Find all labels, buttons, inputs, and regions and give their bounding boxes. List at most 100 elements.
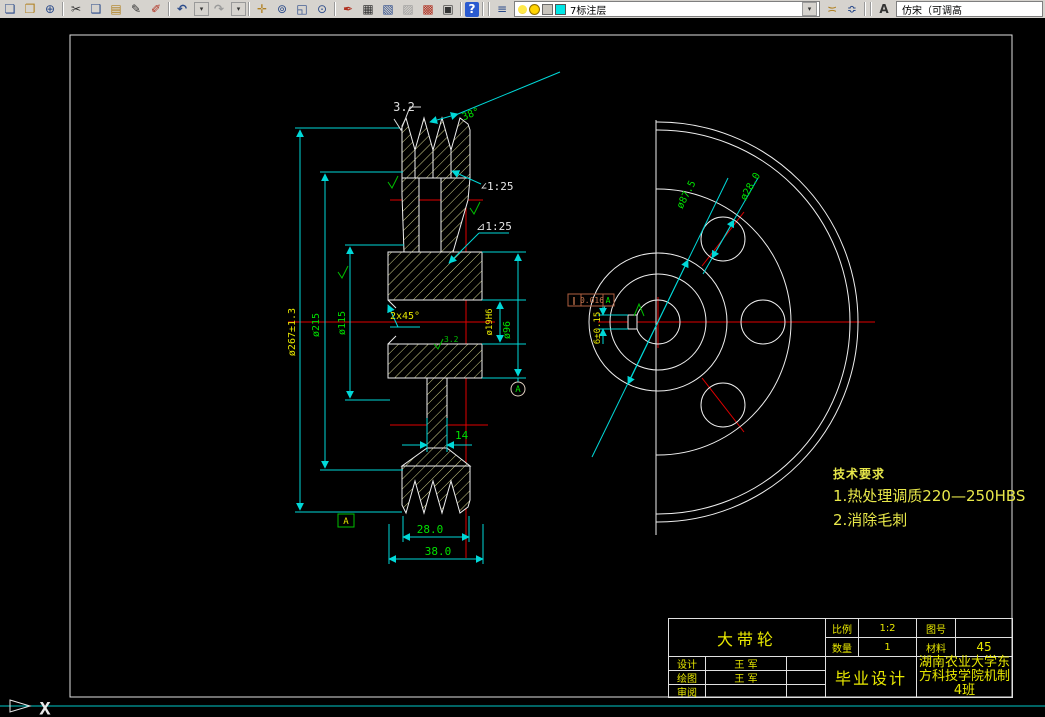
datum-flag-label: A xyxy=(343,517,349,527)
zoom-window-icon[interactable]: ◱ xyxy=(293,2,311,17)
zoom-previous-icon[interactable]: ⊙ xyxy=(313,2,331,17)
calculator-icon[interactable]: ▣ xyxy=(439,2,457,17)
separator xyxy=(62,2,64,16)
undo-dropdown-icon[interactable]: ▾ xyxy=(194,2,209,16)
layer-combobox[interactable]: 7标注层 ▾ xyxy=(514,1,820,17)
dim-roughness-top: 3.2 xyxy=(393,100,415,114)
zoom-realtime-icon[interactable]: ⊚ xyxy=(273,2,291,17)
draft-label: 绘图 xyxy=(668,670,705,685)
layer-on-icon[interactable] xyxy=(518,4,527,14)
help-icon[interactable]: ? xyxy=(465,1,479,17)
ucs-x-label: X xyxy=(40,699,50,717)
separator xyxy=(248,2,250,16)
technical-requirements: 技术要求 1.热处理调质220—250HBS 2.消除毛刺 xyxy=(833,465,1025,530)
layer-color-swatch[interactable] xyxy=(555,3,566,15)
design-value: 王 军 xyxy=(705,656,786,671)
markup-icon[interactable]: ▩ xyxy=(419,2,437,17)
review-value xyxy=(705,684,786,697)
dim-total-width: 38.0 xyxy=(425,545,452,558)
font-combobox[interactable]: 仿宋（可调高 xyxy=(896,1,1043,17)
layer-dropdown-icon[interactable]: ▾ xyxy=(802,2,817,16)
dim-dia-hole: ø28.0 xyxy=(739,171,764,203)
datum-balloon-label: A xyxy=(515,385,521,395)
match-properties-icon[interactable]: ✎ xyxy=(127,2,145,17)
title-block: 大带轮 比例 1:2 图号 数量 1 材料 45 设计 王 军 绘图 王 军 审… xyxy=(668,618,1013,699)
undo-icon[interactable]: ↶ xyxy=(173,2,191,17)
ucs-icon: X xyxy=(9,699,51,717)
fcf-datum: A xyxy=(606,296,611,305)
draft-value: 王 军 xyxy=(705,670,786,685)
layer-name: 7标注层 xyxy=(570,5,607,17)
layer-manager-icon[interactable]: ▦ xyxy=(359,2,377,17)
drawing-canvas: X A A 3.2 38° ∠1:25 ⊿1:25 ø267±1.3 ø215 … xyxy=(0,18,1045,717)
etransmit-icon[interactable]: ⊕ xyxy=(41,2,59,17)
material-label: 材料 xyxy=(916,637,955,656)
copy-icon[interactable]: ❑ xyxy=(87,2,105,17)
dim-dia-web: ø115 xyxy=(337,311,348,335)
make-layer-current-icon[interactable]: ≍ xyxy=(823,2,841,17)
redline-icon[interactable]: ✐ xyxy=(147,2,165,17)
sheet-border xyxy=(69,34,1013,698)
scale-value: 1:2 xyxy=(858,618,916,637)
part-name: 大带轮 xyxy=(668,618,825,656)
right-view: ∥ 0.016 A ø87.5 ø28.0 6±0.15 xyxy=(567,120,875,535)
dim-bore-roughness: 3.2 xyxy=(444,335,459,344)
left-view-section: A A 3.2 38° ∠1:25 ⊿1:25 ø267±1.3 ø215 ø1… xyxy=(287,71,561,564)
dim-rim-width: 28.0 xyxy=(417,523,444,536)
sketch-icon[interactable]: ✒ xyxy=(339,2,357,17)
layers-icon[interactable]: ≡ xyxy=(493,2,511,17)
fcf-value: 0.016 xyxy=(580,296,604,305)
project-name: 毕业设计 xyxy=(825,656,916,697)
layer-freeze-icon[interactable] xyxy=(529,3,540,15)
datum-flag: A xyxy=(337,513,355,528)
design-extra xyxy=(786,656,825,670)
separator xyxy=(870,2,872,16)
render-icon[interactable]: ▨ xyxy=(399,2,417,17)
pan-icon[interactable]: ✛ xyxy=(253,2,271,17)
feature-control-frame: ∥ 0.016 A xyxy=(567,293,615,307)
separator xyxy=(460,2,462,16)
text-style-icon[interactable]: A xyxy=(875,2,893,17)
cut-icon[interactable]: ✂ xyxy=(67,2,85,17)
tech-req-title: 技术要求 xyxy=(833,467,886,481)
scale-label: 比例 xyxy=(825,618,858,637)
draft-extra xyxy=(786,670,825,684)
material-value: 45 xyxy=(955,637,1012,656)
review-extra xyxy=(786,684,825,697)
drawing-svg: X A A 3.2 38° ∠1:25 ⊿1:25 ø267±1.3 ø215 … xyxy=(0,34,1045,717)
redo-dropdown-icon[interactable]: ▾ xyxy=(231,2,246,16)
fcf-symbol: ∥ xyxy=(572,296,576,305)
drawing-no-value xyxy=(955,618,1012,637)
redo-icon[interactable]: ↷ xyxy=(210,2,228,17)
tech-req-item1: 1.热处理调质220—250HBS xyxy=(833,487,1026,505)
dim-dia-rim-inner: ø215 xyxy=(311,313,322,337)
separator xyxy=(864,2,866,16)
separator xyxy=(168,2,170,16)
dim-chamfer: 2x45° xyxy=(390,311,420,322)
dim-taper-lower: ⊿1:25 xyxy=(476,220,512,233)
dim-web-thickness: 14 xyxy=(455,429,469,442)
review-label: 审阅 xyxy=(668,684,705,699)
dim-dia-web-circle: ø87.5 xyxy=(675,179,698,211)
dim-dia-outer: ø267±1.3 xyxy=(287,308,298,356)
separator xyxy=(488,2,490,16)
preview-icon[interactable]: ❏ xyxy=(1,2,19,17)
qty-label: 数量 xyxy=(825,637,858,656)
separator xyxy=(334,2,336,16)
layer-lock-icon[interactable] xyxy=(542,3,553,15)
layer-translate-icon[interactable]: ▧ xyxy=(379,2,397,17)
publish-icon[interactable]: ❐ xyxy=(21,2,39,17)
datum-balloon: A xyxy=(510,381,526,397)
qty-value: 1 xyxy=(858,637,916,656)
dim-dia-bore: ø19H6 xyxy=(485,308,495,335)
layer-previous-icon[interactable]: ≎ xyxy=(843,2,861,17)
dim-dia-hub: ø96 xyxy=(502,321,513,339)
separator xyxy=(482,2,484,16)
dim-groove-angle: 38° xyxy=(461,106,482,123)
font-name: 仿宋（可调高 xyxy=(902,5,962,17)
tech-req-item2: 2.消除毛刺 xyxy=(833,511,908,529)
drawing-no-label: 图号 xyxy=(916,618,955,637)
paste-icon[interactable]: ▤ xyxy=(107,2,125,17)
design-label: 设计 xyxy=(668,656,705,671)
toolbar: ❏ ❐ ⊕ ✂ ❑ ▤ ✎ ✐ ↶ ▾ ↷ ▾ ✛ ⊚ ◱ ⊙ ✒ ▦ ▧ ▨ … xyxy=(0,0,1045,19)
